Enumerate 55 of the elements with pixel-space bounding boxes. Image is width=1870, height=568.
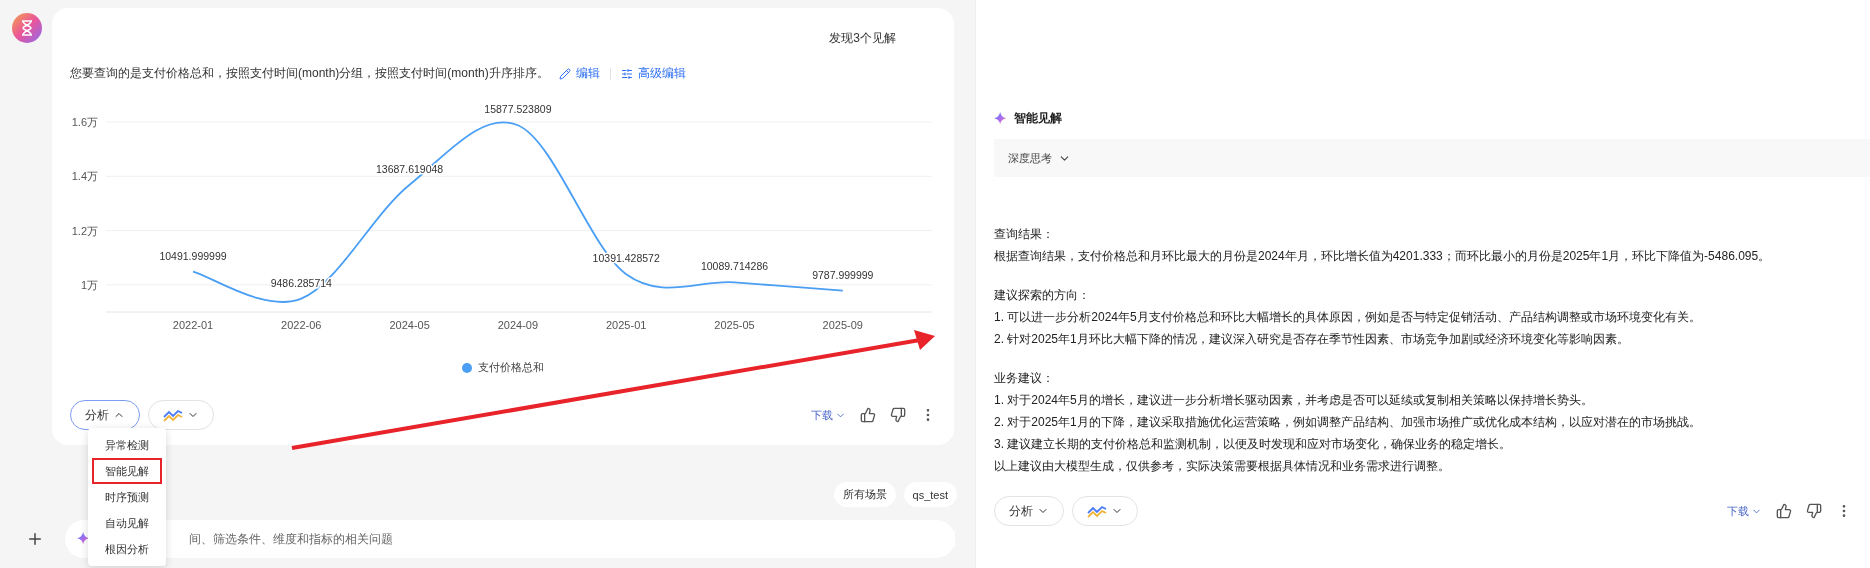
download-button[interactable]: 下载 bbox=[1727, 503, 1762, 519]
thumbs-up-icon[interactable] bbox=[1776, 503, 1792, 519]
line-chart-icon bbox=[163, 408, 183, 422]
axis-tick-label: 2025-01 bbox=[606, 319, 647, 331]
pencil-icon bbox=[558, 67, 571, 80]
axis-tick-label: 1万 bbox=[80, 278, 98, 291]
axis-tick-label: 2025-05 bbox=[714, 319, 755, 331]
logo-icon bbox=[12, 13, 42, 43]
thinking-toggle[interactable]: 深度思考 bbox=[1008, 150, 1071, 166]
axis-tick-label: 1.4万 bbox=[71, 170, 98, 183]
insight-text: 2. 对于2025年1月的下降，建议采取措施优化运营策略，例如调整产品结构、加强市场推广或优化成本结构，以应对潜在的市场挑战。 bbox=[994, 414, 1702, 431]
menu-item[interactable]: 时序预测 bbox=[92, 484, 162, 510]
edit-link[interactable]: 编辑 bbox=[558, 65, 600, 82]
advanced-edit-link[interactable]: 高级编辑 bbox=[620, 65, 686, 82]
axis-tick-label: 2024-09 bbox=[497, 319, 539, 331]
thumbs-down-icon[interactable] bbox=[1806, 503, 1822, 519]
insight-text: 1. 可以进一步分析2024年5月支付价格总和环比大幅增长的具体原因，例如是否与特定促销活动、产品结构调整或市场环境变化有关。 bbox=[994, 309, 1702, 326]
thumbs-up-icon[interactable] bbox=[860, 407, 876, 423]
section-heading: 查询结果： bbox=[994, 226, 1055, 243]
data-label: 10089.714286 bbox=[700, 260, 769, 273]
analysis-button[interactable]: 分析 bbox=[70, 400, 140, 430]
axis-tick-label: 2024-05 bbox=[389, 319, 430, 331]
thumbs-down-icon[interactable] bbox=[890, 407, 906, 423]
insight-text: 3. 建议建立长期的支付价格总和监测机制，以便及时发现和应对市场变化，确保业务的稳定增长。 bbox=[994, 436, 1513, 453]
scene-tag[interactable]: qs_test bbox=[903, 482, 957, 507]
insight-text: 2. 针对2025年1月环比大幅下降的情况，建议深入研究是否存在季节性因素、市场竞争加剧或经济环境变化等影响因素。 bbox=[994, 331, 1630, 348]
section-heading: 建议探索的方向： bbox=[994, 287, 1091, 304]
menu-item[interactable]: 异常检测 bbox=[92, 432, 162, 458]
insight-text: 根据查询结果，支付价格总和月环比最大的月份是2024年月，环比增长值为4201.333；而环比最小的月份是2025年1月，环比下降值为-5486.095。 bbox=[994, 248, 1772, 265]
legend-label: 支付价格总和 bbox=[478, 360, 544, 375]
data-label: 15877.523809 bbox=[484, 103, 552, 116]
chart-type-button[interactable] bbox=[148, 400, 214, 430]
plus-icon bbox=[26, 530, 44, 548]
axis-tick-label: 2025-09 bbox=[822, 319, 863, 331]
query-summary: 您要查询的是支付价格总和，按照支付时间(month)分组，按照支付时间(month)升序排序。 bbox=[70, 65, 549, 82]
section-heading: 业务建议： bbox=[994, 370, 1055, 387]
panel-title: 智能见解 bbox=[1014, 110, 1062, 127]
insight-text: 以上建议由大模型生成，仅供参考，实际决策需要根据具体情况和业务需求进行调整。 bbox=[994, 458, 1451, 475]
axis-tick-label: 1.6万 bbox=[71, 116, 98, 128]
axis-tick-label: 1.2万 bbox=[71, 224, 98, 237]
line-chart-icon bbox=[1087, 504, 1107, 518]
data-label: 10491.999999 bbox=[159, 249, 227, 262]
sparkle-icon bbox=[994, 111, 1008, 126]
data-label: 9787.999999 bbox=[812, 268, 874, 281]
axis-tick-label: 2022-06 bbox=[281, 319, 322, 331]
scene-tag[interactable]: 所有场景 bbox=[833, 482, 896, 507]
menu-item[interactable]: 智能见解 bbox=[92, 458, 162, 484]
axis-tick-label: 2022-01 bbox=[172, 319, 214, 331]
insight-count: 发现3个见解 bbox=[829, 30, 896, 47]
sparkle-icon bbox=[77, 532, 91, 546]
analysis-button[interactable]: 分析 bbox=[994, 496, 1064, 526]
sliders-icon bbox=[620, 67, 633, 80]
insight-text: 1. 对于2024年5月的增长，建议进一步分析增长驱动因素，并考虑是否可以延续或复制相关策略以保持增长势头。 bbox=[994, 392, 1594, 409]
download-button[interactable]: 下载 bbox=[811, 407, 846, 423]
chart-type-button[interactable] bbox=[1072, 496, 1138, 526]
